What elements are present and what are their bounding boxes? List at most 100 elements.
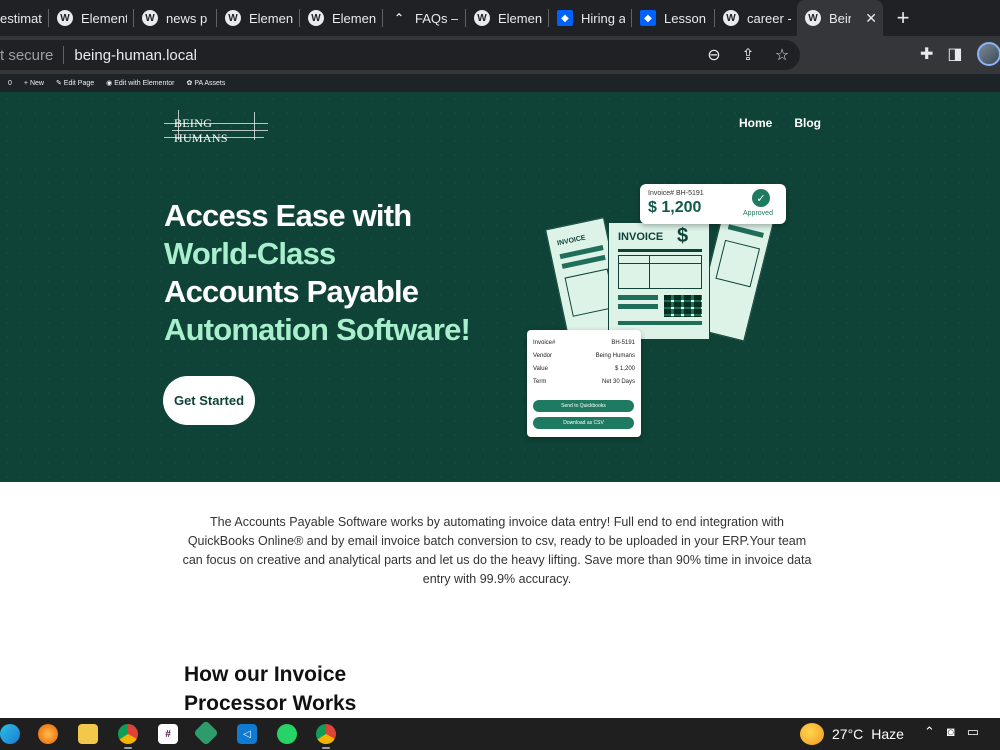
extensions-puzzle-icon[interactable]: ✚ [920, 44, 933, 64]
tab-title: Hiring a [581, 10, 625, 26]
wordpress-icon: W [308, 10, 324, 26]
detail-row: Term Net 30 Days [533, 379, 635, 385]
firefox-icon[interactable] [38, 724, 58, 744]
admin-edit-page-link[interactable]: ✎ Edit Page [56, 79, 94, 87]
headline-line: Access Ease with [164, 198, 412, 233]
wordpress-icon: W [225, 10, 241, 26]
hero-section: BEING HUMANS Home Blog Access Ease with … [0, 92, 1000, 482]
tab-title: Elemen [498, 10, 542, 26]
admin-edit-elementor-link[interactable]: ◉ Edit with Elementor [106, 79, 174, 87]
chrome-profile-icon[interactable] [316, 724, 336, 749]
address-separator [63, 46, 65, 64]
admin-pa-assets-link[interactable]: ✿ PA Assets [187, 79, 226, 87]
main-nav: Home Blog [739, 116, 821, 130]
wordpress-icon: W [474, 10, 490, 26]
slack-icon[interactable]: # [158, 724, 178, 744]
browser-tab[interactable]: W news p [134, 0, 216, 36]
detail-row: Vendor Being Humans [533, 353, 635, 359]
badge-amount: $ 1,200 [648, 199, 702, 216]
wordpress-icon: W [142, 10, 158, 26]
wordpress-icon: W [57, 10, 73, 26]
browser-tab-active[interactable]: W Bein ✕ [797, 0, 883, 36]
browser-tab[interactable]: estimat [0, 0, 48, 36]
sun-haze-icon [800, 723, 824, 745]
section-heading-line: Processor Works [184, 692, 357, 715]
wordpress-icon: W [723, 10, 739, 26]
get-started-button[interactable]: Get Started [163, 376, 255, 425]
hero-pattern [0, 92, 1000, 482]
os-taskbar: # ◁ 27°C Haze ⌃ ◙ ▭ [0, 718, 1000, 750]
comments-count[interactable]: 0 [8, 80, 12, 87]
security-indicator[interactable]: t secure [0, 47, 53, 64]
tab-title: news p [166, 10, 208, 26]
logo-text: BEING HUMANS [174, 116, 228, 145]
side-panel-icon[interactable]: ◨ [947, 44, 962, 64]
git-icon[interactable] [193, 720, 219, 746]
badge-status: Approved [743, 210, 773, 217]
address-bar[interactable]: t secure being-human.local ⊖ ⇪ ☆ [0, 40, 800, 70]
browser-tab[interactable]: W Elemen [466, 0, 548, 36]
meet-now-icon[interactable]: ◙ [947, 724, 955, 740]
hero-headline: Access Ease with World-Class Accounts Pa… [164, 197, 471, 349]
headline-line-accent: Automation Software! [164, 312, 471, 347]
browser-tab[interactable]: W Elemen [300, 0, 382, 36]
browser-tab[interactable]: W Element [49, 0, 133, 36]
approved-invoice-badge: Invoice# BH-5191 $ 1,200 ✓ Approved [640, 184, 786, 224]
section-heading: How our Invoice Processor Works [184, 660, 356, 718]
badge-invoice-number: Invoice# BH-5191 [648, 190, 704, 197]
headline-line-accent: World-Class [164, 236, 336, 271]
invoice-label: INVOICE [556, 234, 587, 248]
tab-title: Elemen [249, 10, 293, 26]
weather-widget[interactable]: 27°C Haze [800, 723, 904, 745]
zoom-icon[interactable]: ⊖ [704, 45, 724, 65]
share-icon[interactable]: ⇪ [738, 45, 758, 65]
admin-new-link[interactable]: + New [24, 80, 44, 87]
detail-row: Value $ 1,200 [533, 366, 635, 372]
headline-line: Accounts Payable [164, 274, 419, 309]
dropbox-icon: ◆ [557, 10, 573, 26]
nav-blog[interactable]: Blog [794, 116, 821, 130]
browser-tab[interactable]: ◆ Lesson [632, 0, 714, 36]
check-icon: ✓ [752, 189, 770, 207]
browser-tab-strip: estimat W Element W news p W Elemen W El… [0, 0, 1000, 36]
vscode-icon[interactable]: ◁ [237, 724, 257, 744]
browser-tab[interactable]: W career - [715, 0, 797, 36]
weather-condition: Haze [871, 726, 904, 742]
edge-icon[interactable] [0, 724, 20, 744]
wordpress-icon: W [805, 10, 821, 26]
tab-title: Elemen [332, 10, 376, 26]
send-to-quickbooks-button[interactable]: Send to Quickbooks [533, 400, 634, 412]
whatsapp-icon[interactable] [277, 724, 297, 744]
close-tab-icon[interactable]: ✕ [865, 10, 877, 27]
temperature: 27°C [832, 726, 864, 742]
tab-title: estimat [0, 10, 42, 26]
invoice-title: INVOICE [618, 231, 664, 243]
chrome-icon[interactable] [118, 724, 138, 749]
wp-admin-bar: 0 + New ✎ Edit Page ◉ Edit with Elemento… [0, 74, 1000, 92]
system-tray: ⌃ ◙ ▭ [924, 724, 979, 740]
browser-tab[interactable]: ◆ Hiring a [549, 0, 631, 36]
tab-title: Bein [829, 10, 851, 26]
dropbox-icon: ◆ [640, 10, 656, 26]
bookmark-star-icon[interactable]: ☆ [772, 45, 792, 65]
tab-title: career - [747, 10, 791, 26]
profile-avatar[interactable] [976, 42, 1000, 66]
download-csv-button[interactable]: Download as CSV [533, 417, 634, 429]
detail-row: Invoice# BH-5191 [533, 340, 635, 346]
file-explorer-icon[interactable] [78, 724, 98, 744]
browser-toolbar: t secure being-human.local ⊖ ⇪ ☆ ✚ ◨ [0, 36, 1000, 74]
nav-home[interactable]: Home [739, 116, 772, 130]
intro-paragraph: The Accounts Payable Software works by a… [182, 515, 812, 586]
site-logo[interactable]: BEING HUMANS [164, 110, 268, 145]
tab-title: Element [81, 10, 127, 26]
tray-chevron-up-icon[interactable]: ⌃ [924, 724, 935, 740]
tab-title: FAQs – [415, 10, 459, 26]
caret-up-icon: ⌃ [393, 11, 405, 25]
new-tab-button[interactable]: + [883, 0, 923, 36]
invoice-illustration: INVOICE INVOICE $ Invoice# BH-5191 $ 1,2… [520, 182, 795, 442]
dollar-sign: $ [677, 225, 689, 247]
browser-tab[interactable]: W Elemen [217, 0, 299, 36]
browser-tab[interactable]: ⌃ FAQs – [383, 0, 465, 36]
url-text[interactable]: being-human.local [74, 47, 197, 64]
network-icon[interactable]: ▭ [967, 724, 979, 740]
